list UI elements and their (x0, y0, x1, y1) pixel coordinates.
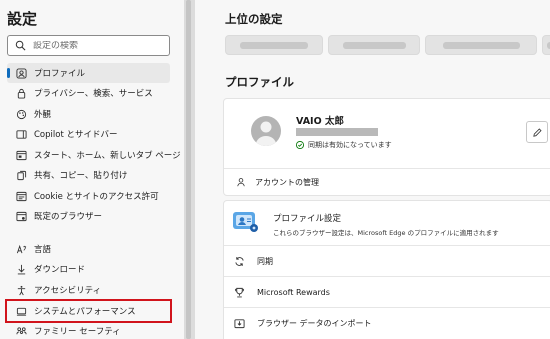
sync-status: 同期は有効になっています (296, 140, 392, 150)
manage-account-link[interactable]: アカウントの管理 (236, 174, 319, 190)
sidebar-item-family[interactable]: ファミリー セーフティ (7, 321, 170, 339)
sidebar-item-profile[interactable]: プロファイル (7, 63, 170, 83)
sidebar-item-system[interactable]: システムとパフォーマンス (5, 299, 172, 323)
check-circle-icon (296, 141, 304, 149)
sidebar-item-label: システムとパフォーマンス (34, 307, 136, 317)
rewards-row[interactable]: Microsoft Rewards (224, 276, 550, 307)
sidebar-item-downloads[interactable]: ダウンロード (7, 259, 170, 279)
sidebar-item-label: 共有、コピー、貼り付け (34, 171, 128, 181)
sidebar-item-copilot[interactable]: Copilot とサイドバー (7, 124, 170, 144)
profile-settings-card: プロファイル設定 これらのブラウザー設定は、Microsoft Edge のプロ… (223, 200, 550, 339)
import-icon (234, 318, 245, 328)
profile-card: VAIO 太郎 同期は有効になっています アカウントの管理 (223, 98, 550, 196)
search-input[interactable] (33, 40, 163, 51)
search-box[interactable] (7, 35, 170, 56)
sidebar-item-share[interactable]: 共有、コピー、貼り付け (7, 165, 170, 185)
sidebar-item-cookies[interactable]: Cookie とサイトのアクセス許可 (7, 186, 170, 206)
sidebar-item-privacy[interactable]: プライバシー、検索、サービス (7, 83, 170, 103)
sidebar-item-label: アクセシビリティ (34, 286, 102, 296)
user-name: VAIO 太郎 (296, 116, 344, 127)
edit-profile-button[interactable] (526, 121, 548, 143)
sidebar-title: 設定 (7, 10, 38, 28)
sidebar-item-label: Cookie とサイトのアクセス許可 (34, 192, 159, 202)
profile-settings-icon (233, 212, 258, 232)
top-settings-heading: 上位の設定 (225, 12, 283, 26)
sidebar-item-label: 言語 (34, 245, 52, 255)
sidebar-item-languages[interactable]: 言語 (7, 239, 170, 259)
download-icon (16, 264, 27, 275)
top-setting-chip[interactable] (328, 35, 420, 55)
sidebar-icon (16, 129, 27, 140)
home-icon (16, 150, 27, 161)
avatar (251, 116, 281, 146)
scrollbar-thumb[interactable] (186, 0, 191, 339)
sidebar-item-label: Copilot とサイドバー (34, 130, 118, 140)
cookie-icon (16, 191, 27, 202)
top-setting-chip[interactable] (542, 35, 550, 55)
sidebar-item-appearance[interactable]: 外観 (7, 104, 170, 124)
sidebar-item-label: 外観 (34, 110, 52, 120)
sidebar-item-label: 既定のブラウザー (34, 212, 103, 222)
profile-icon (16, 67, 27, 79)
profile-heading: プロファイル (225, 75, 294, 89)
redacted-email (296, 128, 378, 136)
sidebar-item-label: プロファイル (34, 69, 86, 79)
sidebar-item-start-home[interactable]: スタート、ホーム、新しいタブ ページ (7, 145, 181, 165)
sidebar-item-label: ファミリー セーフティ (34, 327, 121, 337)
browser-icon (16, 211, 27, 222)
accessibility-icon (16, 285, 27, 296)
person-icon (237, 178, 245, 187)
share-icon (16, 170, 27, 181)
settings-sidebar: 設定 プロファイル プライバシー、検索、サービス 外観 Copilot とサイド… (0, 0, 184, 339)
sidebar-item-label: スタート、ホーム、新しいタブ ページ (34, 151, 181, 161)
profile-settings-title: プロファイル設定 (273, 214, 342, 224)
family-icon (16, 326, 27, 337)
rewards-icon (234, 287, 245, 297)
appearance-icon (16, 109, 27, 120)
sync-icon (235, 256, 244, 266)
lock-icon (16, 88, 27, 99)
sidebar-item-default-browser[interactable]: 既定のブラウザー (7, 206, 170, 226)
profile-settings-description: これらのブラウザー設定は、Microsoft Edge のプロファイルに適用され… (273, 229, 499, 237)
top-setting-chip[interactable] (225, 35, 323, 55)
system-icon (16, 306, 27, 317)
sidebar-item-label: ダウンロード (34, 265, 86, 275)
top-setting-chip[interactable] (425, 35, 537, 55)
import-row[interactable]: ブラウザー データのインポート (224, 307, 550, 338)
language-icon (16, 244, 27, 255)
sidebar-item-label: プライバシー、検索、サービス (34, 89, 153, 99)
divider (224, 168, 550, 169)
pencil-icon (532, 127, 542, 137)
search-icon (15, 40, 26, 51)
main-content: 上位の設定 プロファイル VAIO 太郎 同期は有効になっています アカウントの… (195, 0, 550, 339)
sidebar-item-accessibility[interactable]: アクセシビリティ (7, 280, 170, 300)
sync-row[interactable]: 同期 (224, 245, 550, 276)
